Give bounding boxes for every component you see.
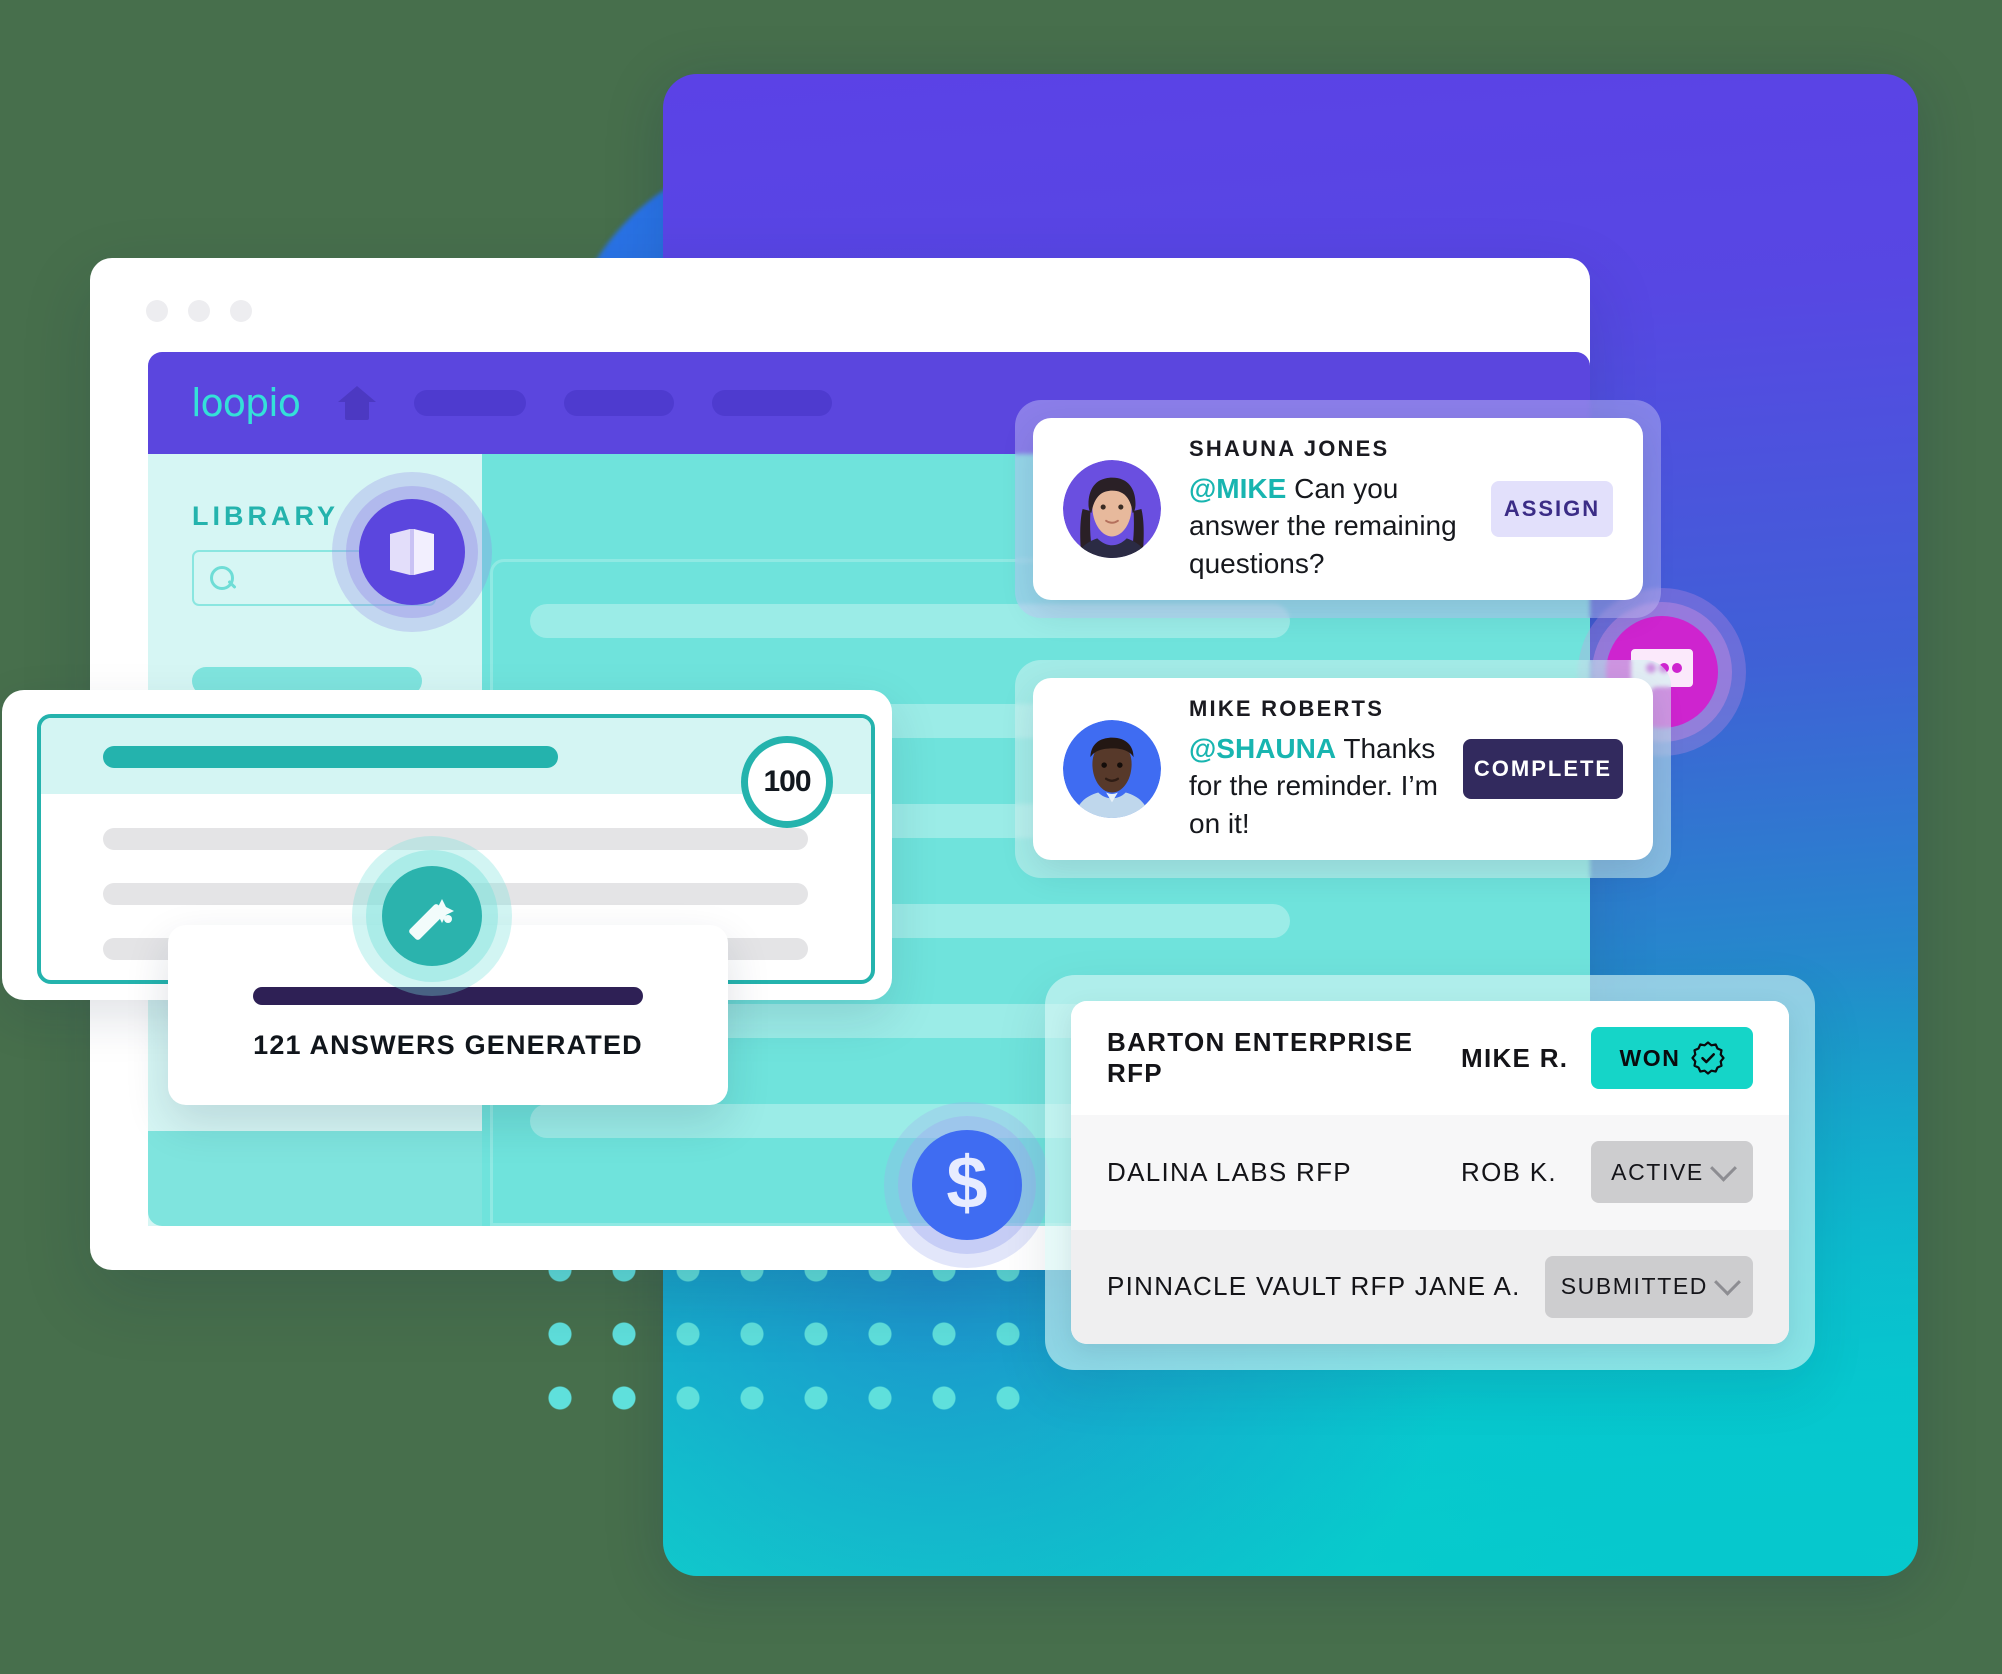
table-row[interactable]: BARTON ENTERPRISE RFP MIKE R. WON: [1071, 1001, 1789, 1116]
chevron-down-icon: [1714, 1269, 1741, 1296]
library-heading: LIBRARY: [192, 501, 339, 531]
table-row[interactable]: DALINA LABS RFP ROB K. ACTIVE: [1071, 1115, 1789, 1230]
complete-button[interactable]: COMPLETE: [1463, 739, 1623, 799]
home-icon-body: [344, 400, 369, 420]
dollar-icon: $: [912, 1130, 1022, 1240]
table-row[interactable]: PINNACLE VAULT RFP JANE A. SUBMITTED: [1071, 1229, 1789, 1344]
nav-item-2[interactable]: [563, 390, 674, 416]
chevron-down-icon: [1709, 1154, 1737, 1182]
comment-message: @MIKE Can you answer the remaining quest…: [1189, 470, 1477, 583]
comment-card-frame-1: SHAUNA JONES @MIKE Can you answer the re…: [1015, 400, 1661, 618]
verified-badge-icon: [1690, 1041, 1725, 1075]
magic-badge: [352, 836, 512, 996]
comment-body-mike: MIKE ROBERTS @SHAUNA Thanks for the remi…: [1189, 696, 1449, 843]
comment-author-name: SHAUNA JONES: [1189, 435, 1390, 461]
sidebar-footer-block: [148, 1131, 482, 1226]
loopio-logo[interactable]: loopio: [191, 381, 301, 425]
status-label: ACTIVE: [1611, 1158, 1704, 1185]
window-dot-minimize[interactable]: [188, 300, 210, 322]
window-dot-close[interactable]: [146, 300, 168, 322]
comment-card-frame-2: MIKE ROBERTS @SHAUNA Thanks for the remi…: [1015, 660, 1671, 878]
magic-wand-icon: [382, 866, 482, 966]
comment-body-shauna: SHAUNA JONES @MIKE Can you answer the re…: [1189, 436, 1477, 583]
rfp-owner: MIKE R.: [1461, 1042, 1569, 1073]
status-label: SUBMITTED: [1560, 1273, 1708, 1300]
assign-button[interactable]: ASSIGN: [1491, 481, 1613, 537]
rfp-name: PINNACLE VAULT RFP: [1107, 1271, 1407, 1302]
rfp-table: BARTON ENTERPRISE RFP MIKE R. WON DALINA…: [1071, 1001, 1789, 1344]
score-badge: 100: [741, 736, 833, 828]
rfp-owner: JANE A.: [1414, 1271, 1521, 1302]
window-dot-maximize[interactable]: [230, 300, 252, 322]
book-icon: [359, 499, 465, 605]
nav-item-1[interactable]: [413, 390, 526, 416]
mike-roberts-avatar: [1063, 720, 1161, 818]
library-badge: [332, 472, 492, 632]
answer-title-placeholder: [103, 746, 558, 768]
status-select-submitted[interactable]: SUBMITTED: [1544, 1255, 1753, 1318]
nav-item-3[interactable]: [711, 390, 832, 416]
comment-message: @SHAUNA Thanks for the reminder. I’m on …: [1189, 730, 1449, 843]
rfp-owner: ROB K.: [1461, 1156, 1557, 1187]
mention-tag[interactable]: @MIKE: [1189, 473, 1286, 504]
status-select-active[interactable]: ACTIVE: [1591, 1141, 1753, 1204]
search-icon: [210, 566, 234, 590]
home-icon[interactable]: [337, 386, 376, 420]
status-label: WON: [1619, 1044, 1681, 1071]
comment-card-mike: MIKE ROBERTS @SHAUNA Thanks for the remi…: [1033, 678, 1653, 860]
mention-tag[interactable]: @SHAUNA: [1189, 733, 1336, 764]
comment-card-shauna: SHAUNA JONES @MIKE Can you answer the re…: [1033, 418, 1643, 600]
shauna-jones-avatar: [1063, 460, 1161, 558]
illustration-stage: loopio LIBRARY 100 121 ANSWERS GENERATED…: [0, 0, 2002, 1674]
rfp-name: DALINA LABS RFP: [1107, 1156, 1352, 1187]
comment-author-name: MIKE ROBERTS: [1189, 695, 1385, 721]
rfp-name: BARTON ENTERPRISE RFP: [1107, 1027, 1414, 1089]
answers-generated-label: 121 ANSWERS GENERATED: [253, 1030, 643, 1060]
money-badge: $: [884, 1102, 1050, 1268]
rfp-table-frame: BARTON ENTERPRISE RFP MIKE R. WON DALINA…: [1045, 975, 1815, 1370]
status-badge-won[interactable]: WON: [1591, 1027, 1753, 1090]
window-control-dots[interactable]: [146, 300, 252, 322]
dollar-glyph: $: [946, 1141, 988, 1224]
